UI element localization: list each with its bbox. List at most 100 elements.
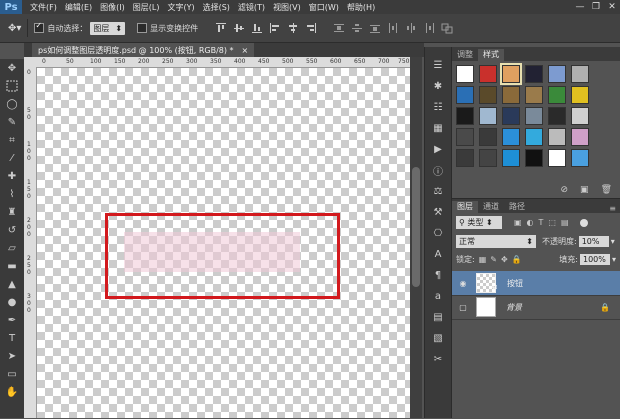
align-hcenter-icon[interactable] [287, 22, 299, 34]
distribute-bottom-icon[interactable] [369, 22, 381, 34]
distribute-left-icon[interactable] [387, 22, 399, 34]
eraser-tool-icon[interactable]: ▱ [0, 239, 24, 257]
show-transform-checkbox[interactable] [137, 23, 148, 33]
style-swatch[interactable] [548, 128, 566, 146]
quick-select-tool-icon[interactable]: ✎ [0, 113, 24, 131]
lasso-tool-icon[interactable]: ◯ [0, 95, 24, 113]
align-vcenter-icon[interactable] [233, 22, 245, 34]
style-swatch[interactable] [525, 86, 543, 104]
style-swatch[interactable] [456, 107, 474, 125]
dodge-tool-icon[interactable]: ● [0, 293, 24, 311]
tools-options-icon[interactable]: ✂ [425, 349, 451, 370]
style-swatch[interactable] [456, 65, 474, 83]
menu-help[interactable]: 帮助(H) [347, 2, 375, 13]
style-swatch[interactable] [456, 86, 474, 104]
move-tool-icon[interactable]: ✥ [0, 59, 24, 77]
clone-source-icon[interactable]: ⎔ [425, 223, 451, 244]
style-swatch[interactable] [502, 107, 520, 125]
type-tool-icon[interactable]: T [0, 329, 24, 347]
menu-filter[interactable]: 滤镜(T) [238, 2, 265, 13]
style-swatch[interactable] [502, 86, 520, 104]
auto-select-dropdown[interactable]: 图层 ⬍ [90, 21, 126, 35]
eye-icon[interactable]: ◉ [456, 279, 470, 288]
style-swatch[interactable] [525, 128, 543, 146]
clone-stamp-tool-icon[interactable]: ♜ [0, 203, 24, 221]
opacity-input[interactable]: 10% [578, 236, 609, 247]
layer-filter-dropdown[interactable]: ⚲ 类型 ⬍ [456, 216, 502, 229]
vertical-scrollbar[interactable] [410, 57, 422, 418]
style-swatch[interactable] [571, 128, 589, 146]
tab-channels[interactable]: 通道 [478, 201, 504, 213]
distribute-top-icon[interactable] [333, 22, 345, 34]
align-right-icon[interactable] [305, 22, 317, 34]
align-top-icon[interactable] [215, 22, 227, 34]
menu-type[interactable]: 文字(Y) [167, 2, 194, 13]
brush-tool-icon[interactable]: ⌇ [0, 185, 24, 203]
close-button[interactable]: ✕ [604, 0, 620, 14]
style-swatch[interactable] [502, 149, 520, 167]
style-swatch[interactable] [571, 149, 589, 167]
style-swatch[interactable] [479, 65, 497, 83]
glyphs-icon[interactable]: a [425, 286, 451, 307]
tab-layers[interactable]: 图层 [452, 201, 478, 213]
distribute-hcenter-icon[interactable] [405, 22, 417, 34]
fill-slider-toggle[interactable]: ▾ [612, 255, 616, 264]
style-swatch[interactable] [571, 107, 589, 125]
properties-icon[interactable]: ✱ [425, 76, 451, 97]
menu-select[interactable]: 选择(S) [203, 2, 230, 13]
style-swatch[interactable] [479, 128, 497, 146]
distribute-vcenter-icon[interactable] [351, 22, 363, 34]
opacity-slider-toggle[interactable]: ▾ [611, 237, 615, 246]
menu-window[interactable]: 窗口(W) [309, 2, 339, 13]
new-style-icon[interactable]: ▣ [580, 185, 589, 195]
notes-icon[interactable]: ▧ [425, 328, 451, 349]
blend-mode-dropdown[interactable]: 正常 ⬍ [456, 235, 536, 248]
layer-row-button[interactable]: ◉ ⧉ 按钮 [452, 271, 620, 296]
tool-presets-icon[interactable]: ⚒ [425, 202, 451, 223]
panel-menu-icon[interactable]: ≡ [609, 204, 616, 213]
close-icon[interactable]: × [242, 46, 249, 55]
path-select-tool-icon[interactable]: ➤ [0, 347, 24, 365]
style-swatch[interactable] [456, 128, 474, 146]
menu-file[interactable]: 文件(F) [30, 2, 57, 13]
menu-layer[interactable]: 图层(L) [133, 2, 160, 13]
scrollbar-thumb[interactable] [412, 167, 420, 287]
adjustments-icon[interactable]: ⚖ [425, 181, 451, 202]
style-swatch[interactable] [525, 149, 543, 167]
delete-style-icon[interactable]: 🗑 [601, 185, 612, 195]
eyedropper-tool-icon[interactable]: ⁄ [0, 149, 24, 167]
lock-icons[interactable]: ▦✎✥🔒 [479, 255, 526, 264]
actions-icon[interactable]: ▶ [425, 139, 451, 160]
fill-input[interactable]: 100% [579, 254, 610, 265]
tab-adjustments[interactable]: 调整 [452, 49, 478, 61]
history-brush-tool-icon[interactable]: ↺ [0, 221, 24, 239]
clear-style-icon[interactable]: ⊘ [561, 185, 569, 195]
style-swatch[interactable] [502, 128, 520, 146]
minimize-button[interactable]: — [572, 0, 588, 14]
visibility-box[interactable]: ▢ [456, 303, 470, 312]
style-swatch[interactable] [525, 65, 543, 83]
marquee-tool-icon[interactable] [0, 77, 24, 95]
menu-edit[interactable]: 编辑(E) [65, 2, 92, 13]
info-icon[interactable]: ⓘ [425, 160, 451, 181]
style-swatch[interactable] [548, 86, 566, 104]
move-tool-preset-icon[interactable]: ✥▾ [8, 23, 21, 34]
tab-styles[interactable]: 样式 [478, 49, 504, 61]
style-swatch[interactable] [548, 65, 566, 83]
style-swatch[interactable] [548, 149, 566, 167]
style-swatch[interactable] [548, 107, 566, 125]
history-icon[interactable]: ☰ [425, 55, 451, 76]
auto-select-checkbox[interactable] [34, 21, 45, 33]
swatches-icon[interactable]: ▦ [425, 118, 451, 139]
document-tab[interactable]: ps如何调整图层透明度.psd @ 100% (按钮, RGB/8) * × [32, 43, 255, 57]
align-left-icon[interactable] [269, 22, 281, 34]
crop-tool-icon[interactable]: ⌗ [0, 131, 24, 149]
pen-tool-icon[interactable]: ✒ [0, 311, 24, 329]
gradient-tool-icon[interactable]: ▬ [0, 257, 24, 275]
tab-paths[interactable]: 路径 [504, 201, 530, 213]
menu-image[interactable]: 图像(I) [100, 2, 125, 13]
auto-align-icon[interactable] [441, 22, 453, 34]
hand-tool-icon[interactable]: ✋ [0, 383, 24, 401]
blur-tool-icon[interactable]: ▲ [0, 275, 24, 293]
shape-tool-icon[interactable]: ▭ [0, 365, 24, 383]
